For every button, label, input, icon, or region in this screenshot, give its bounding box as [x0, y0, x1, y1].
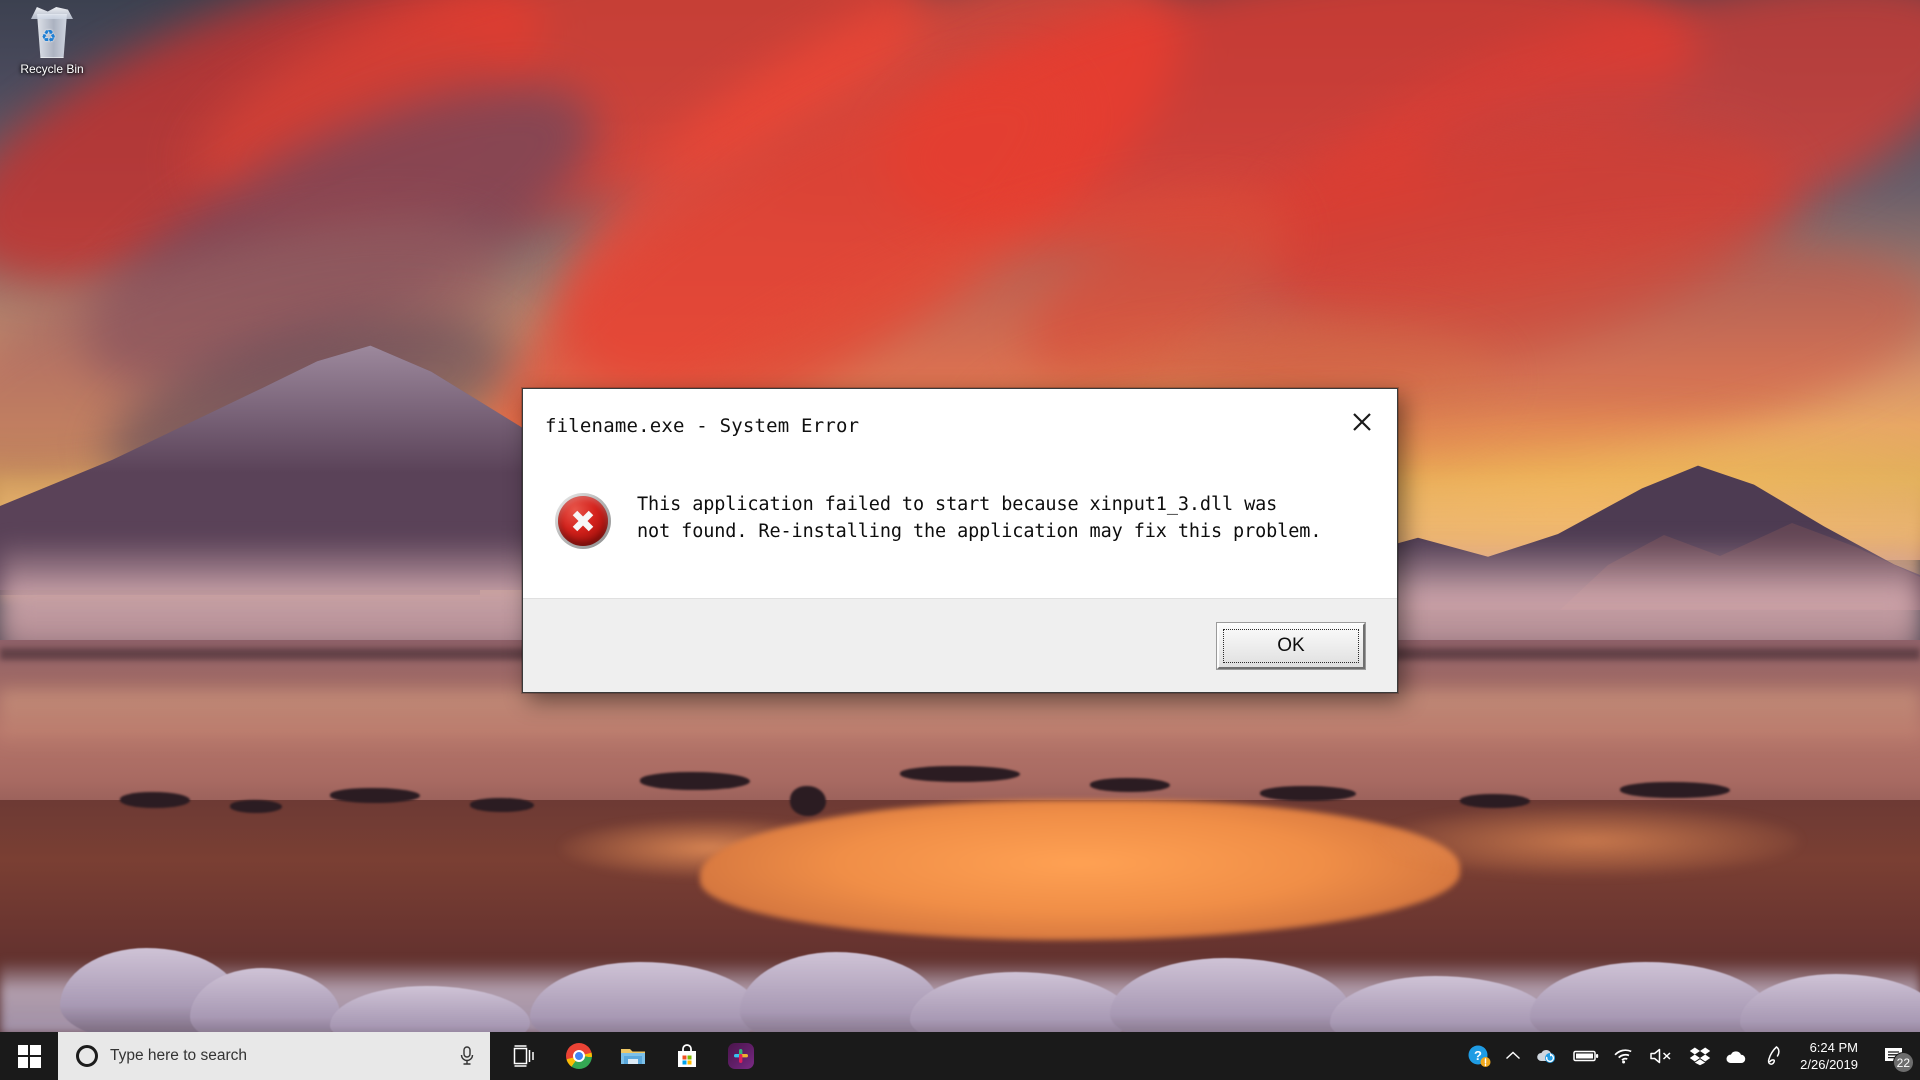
battery-icon[interactable]: [1566, 1032, 1606, 1080]
desktop-screen: ♻ Recycle Bin filename.exe - System Erro…: [0, 0, 1920, 1080]
clock-date: 2/26/2019: [1800, 1057, 1858, 1072]
microphone-icon[interactable]: [458, 1045, 476, 1067]
chrome-icon[interactable]: [554, 1032, 604, 1080]
shore-rock: [230, 800, 282, 813]
shore-rock: [790, 786, 826, 816]
tidal-pool: [700, 800, 1460, 940]
shore-rock: [900, 766, 1020, 782]
shore-rock: [1620, 782, 1730, 798]
shore-rock: [640, 772, 750, 790]
water-reflection: [0, 690, 1920, 750]
system-error-dialog: filename.exe - System Error This applica…: [522, 388, 1398, 693]
error-icon: [555, 493, 611, 549]
search-input[interactable]: Type here to search: [58, 1032, 490, 1080]
shore-rock: [120, 792, 190, 808]
action-center-icon[interactable]: 22: [1872, 1032, 1916, 1080]
slack-icon[interactable]: [716, 1032, 766, 1080]
dropbox-icon[interactable]: [1682, 1032, 1718, 1080]
chevron-up-icon[interactable]: [1498, 1032, 1528, 1080]
desktop-icon-label: Recycle Bin: [20, 62, 84, 76]
shore-rock: [470, 798, 534, 812]
shore-rock: [1460, 794, 1530, 808]
taskbar-pinned-apps: [490, 1032, 766, 1080]
dialog-title: filename.exe - System Error: [545, 415, 860, 437]
dialog-body: This application failed to start because…: [523, 451, 1397, 598]
windows-logo-icon: [17, 1044, 41, 1068]
shore-rock: [1260, 786, 1356, 801]
start-button[interactable]: [0, 1032, 58, 1080]
folder-icon[interactable]: [608, 1032, 658, 1080]
system-tray: ? 6:24 PM 2/26/2019 22: [1460, 1032, 1920, 1080]
cortana-circle-icon: [76, 1045, 98, 1067]
notification-count-badge: 22: [1892, 1052, 1914, 1073]
pen-icon[interactable]: [1756, 1032, 1790, 1080]
cloud-sync-icon[interactable]: [1528, 1032, 1566, 1080]
search-placeholder: Type here to search: [110, 1047, 247, 1064]
desktop-icon-recycle-bin[interactable]: ♻ Recycle Bin: [8, 6, 96, 76]
question-circle-icon[interactable]: ?: [1460, 1032, 1498, 1080]
clock-time: 6:24 PM: [1809, 1040, 1858, 1055]
ok-button-label: OK: [1277, 634, 1305, 656]
shore-rock: [330, 788, 420, 803]
dialog-footer: OK: [523, 598, 1397, 692]
close-icon[interactable]: [1341, 405, 1383, 439]
recycle-bin-icon: ♻: [24, 6, 80, 60]
wifi-icon[interactable]: [1606, 1032, 1642, 1080]
tidal-pool: [1380, 806, 1800, 876]
cloud-icon[interactable]: [1718, 1032, 1756, 1080]
taskbar-clock[interactable]: 6:24 PM 2/26/2019: [1790, 1032, 1872, 1080]
dialog-title-bar: filename.exe - System Error: [523, 389, 1397, 451]
store-bag-icon[interactable]: [662, 1032, 712, 1080]
taskbar: Type here to search ? 6:24 PM 2/26/2019 …: [0, 1032, 1920, 1080]
shore-rock: [1090, 778, 1170, 792]
task-view-icon[interactable]: [500, 1032, 550, 1080]
ok-button[interactable]: OK: [1217, 622, 1365, 669]
error-message: This application failed to start because…: [637, 494, 1322, 542]
speaker-mute-icon[interactable]: [1642, 1032, 1682, 1080]
